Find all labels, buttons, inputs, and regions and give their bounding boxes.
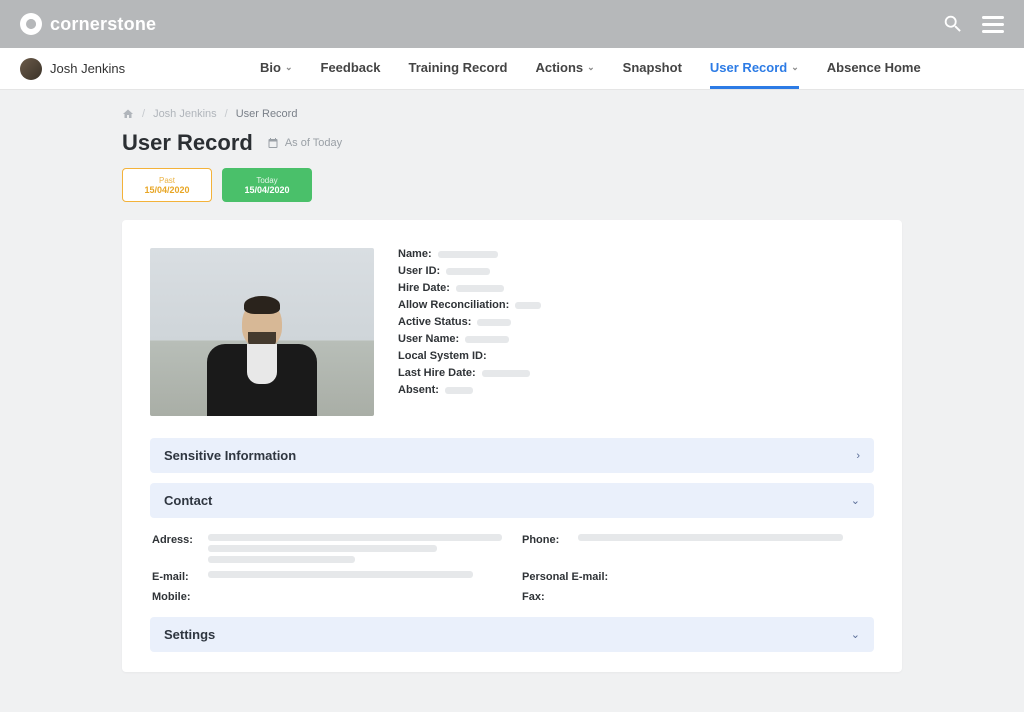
breadcrumb: / Josh Jenkins / User Record bbox=[122, 108, 902, 120]
detail-row: Hire Date: bbox=[398, 282, 874, 294]
detail-label: User ID: bbox=[398, 265, 440, 277]
detail-row: Local System ID: bbox=[398, 350, 874, 362]
detail-value-placeholder bbox=[438, 251, 498, 258]
topbar-actions bbox=[942, 13, 1004, 35]
detail-label: Hire Date: bbox=[398, 282, 450, 294]
contact-row: Fax: bbox=[522, 591, 872, 603]
detail-label: Name: bbox=[398, 248, 432, 260]
contact-value-placeholder bbox=[208, 534, 502, 541]
contact-label: Adress: bbox=[152, 534, 200, 546]
detail-row: Absent: bbox=[398, 384, 874, 396]
detail-row: User Name: bbox=[398, 333, 874, 345]
detail-label: Absent: bbox=[398, 384, 439, 396]
page-title: User Record bbox=[122, 130, 253, 156]
user-chip[interactable]: Josh Jenkins bbox=[20, 58, 125, 80]
contact-value-placeholder bbox=[578, 534, 843, 541]
date-pills: Past 15/04/2020 Today 15/04/2020 bbox=[122, 168, 902, 202]
contact-row: Mobile: bbox=[152, 591, 502, 603]
topbar: cornerstone bbox=[0, 0, 1024, 48]
contact-label: Personal E-mail: bbox=[522, 571, 608, 583]
details-list: Name: User ID: Hire Date: Allow Reconciliat… bbox=[398, 248, 874, 416]
as-of-label: As of Today bbox=[267, 137, 342, 149]
avatar bbox=[20, 58, 42, 80]
detail-value-placeholder bbox=[465, 336, 509, 343]
detail-label: Active Status: bbox=[398, 316, 471, 328]
contact-row: Adress: bbox=[152, 534, 502, 563]
contact-row: E-mail: bbox=[152, 571, 502, 583]
chevron-down-icon: ⌄ bbox=[791, 62, 799, 73]
nav-item-absence-home[interactable]: Absence Home bbox=[827, 49, 921, 89]
page-content: / Josh Jenkins / User Record User Record… bbox=[122, 90, 902, 712]
detail-label: Local System ID: bbox=[398, 350, 487, 362]
nav-item-snapshot[interactable]: Snapshot bbox=[623, 49, 682, 89]
menu-icon[interactable] bbox=[982, 16, 1004, 33]
brand-name: cornerstone bbox=[50, 14, 156, 35]
chevron-down-icon: ⌄ bbox=[851, 628, 860, 641]
contact-value-placeholder bbox=[208, 556, 355, 563]
nav-item-actions[interactable]: Actions⌄ bbox=[535, 49, 594, 89]
contact-label: E-mail: bbox=[152, 571, 200, 583]
detail-row: Active Status: bbox=[398, 316, 874, 328]
contact-row: Phone: bbox=[522, 534, 872, 563]
contact-label: Phone: bbox=[522, 534, 570, 546]
user-name: Josh Jenkins bbox=[50, 61, 125, 76]
contact-grid: Adress: Phone: E-mail: Personal E-mail: Mobi… bbox=[150, 528, 874, 617]
date-pill-today[interactable]: Today 15/04/2020 bbox=[222, 168, 312, 202]
detail-label: Allow Reconciliation: bbox=[398, 299, 509, 311]
contact-value-placeholder bbox=[208, 545, 437, 552]
chevron-down-icon: ⌄ bbox=[285, 62, 293, 73]
search-icon[interactable] bbox=[942, 13, 964, 35]
detail-label: Last Hire Date: bbox=[398, 367, 476, 379]
detail-value-placeholder bbox=[456, 285, 504, 292]
detail-row: User ID: bbox=[398, 265, 874, 277]
section-sensitive-information[interactable]: Sensitive Information › bbox=[150, 438, 874, 473]
detail-label: User Name: bbox=[398, 333, 459, 345]
brand-logo-icon bbox=[20, 13, 42, 35]
detail-value-placeholder bbox=[445, 387, 473, 394]
navbar: Josh Jenkins Bio⌄ Feedback Training Record… bbox=[0, 48, 1024, 90]
section-settings[interactable]: Settings ⌄ bbox=[150, 617, 874, 652]
user-record-card: Name: User ID: Hire Date: Allow Reconciliat… bbox=[122, 220, 902, 672]
detail-value-placeholder bbox=[446, 268, 490, 275]
detail-value-placeholder bbox=[482, 370, 530, 377]
breadcrumb-page: User Record bbox=[236, 108, 298, 120]
nav-item-training-record[interactable]: Training Record bbox=[408, 49, 507, 89]
nav-item-user-record[interactable]: User Record⌄ bbox=[710, 49, 799, 89]
profile-row: Name: User ID: Hire Date: Allow Reconciliat… bbox=[150, 248, 874, 416]
contact-value-placeholder bbox=[208, 571, 473, 578]
chevron-right-icon: › bbox=[856, 450, 860, 462]
detail-row: Allow Reconciliation: bbox=[398, 299, 874, 311]
detail-value-placeholder bbox=[477, 319, 511, 326]
nav-item-feedback[interactable]: Feedback bbox=[321, 49, 381, 89]
title-row: User Record As of Today bbox=[122, 130, 902, 156]
brand[interactable]: cornerstone bbox=[20, 13, 156, 35]
date-pill-past[interactable]: Past 15/04/2020 bbox=[122, 168, 212, 202]
chevron-down-icon: ⌄ bbox=[587, 62, 595, 73]
calendar-icon bbox=[267, 137, 279, 149]
section-contact[interactable]: Contact ⌄ bbox=[150, 483, 874, 518]
detail-row: Last Hire Date: bbox=[398, 367, 874, 379]
profile-photo bbox=[150, 248, 374, 416]
chevron-down-icon: ⌄ bbox=[851, 494, 860, 507]
detail-value-placeholder bbox=[515, 302, 541, 309]
nav-item-bio[interactable]: Bio⌄ bbox=[260, 49, 293, 89]
home-icon[interactable] bbox=[122, 108, 134, 120]
contact-row: Personal E-mail: bbox=[522, 571, 872, 583]
breadcrumb-user[interactable]: Josh Jenkins bbox=[153, 108, 217, 120]
detail-row: Name: bbox=[398, 248, 874, 260]
contact-label: Mobile: bbox=[152, 591, 200, 603]
contact-label: Fax: bbox=[522, 591, 570, 603]
nav-items: Bio⌄ Feedback Training Record Actions⌄ Snaps… bbox=[260, 49, 921, 89]
